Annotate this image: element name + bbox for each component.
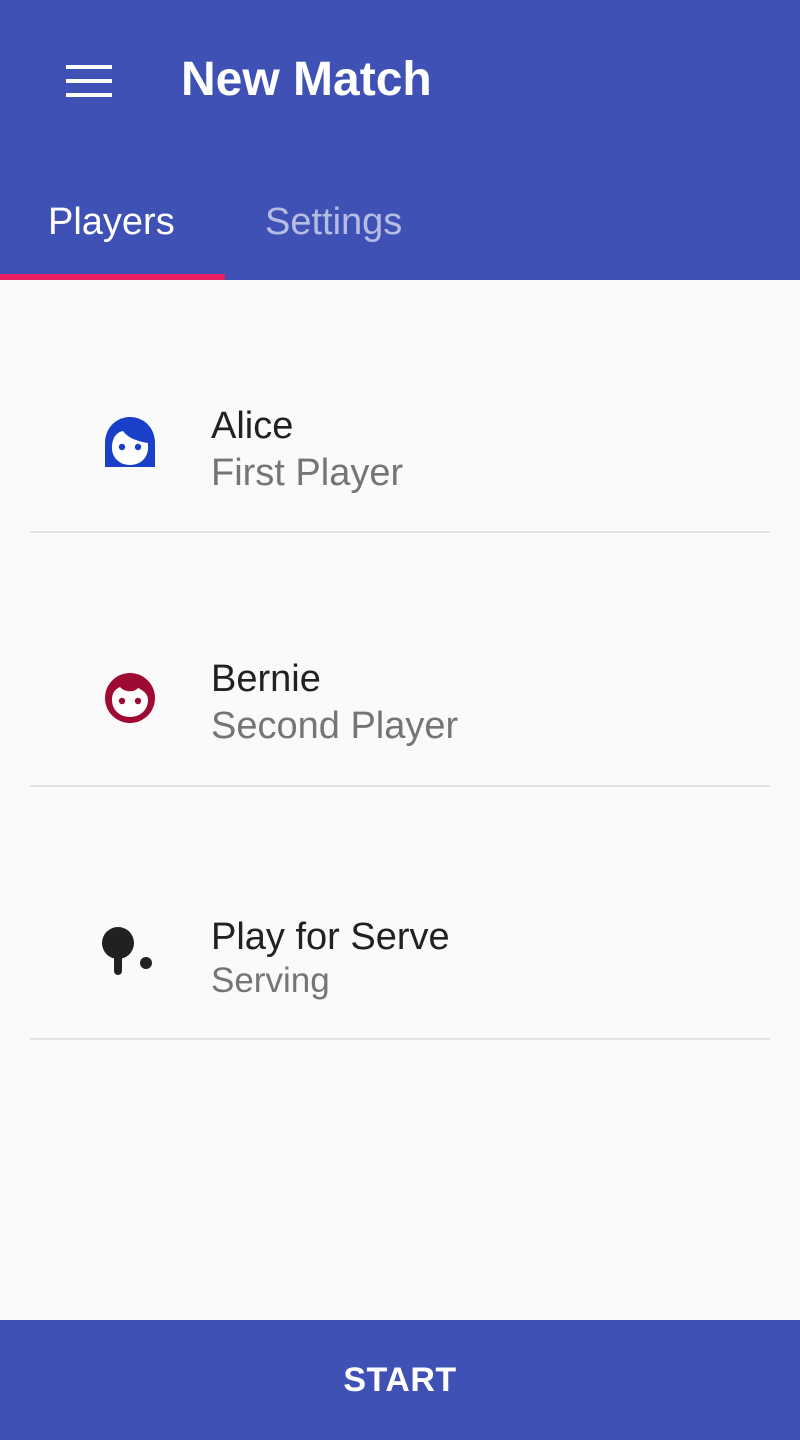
- male-face-icon: [105, 673, 155, 723]
- ping-pong-paddle-icon: [102, 927, 152, 975]
- list-item-player-two[interactable]: Bernie Second Player: [0, 533, 800, 787]
- player-one-role: First Player: [211, 452, 404, 494]
- app-bar: New Match Players Settings: [0, 0, 800, 280]
- serve-value: Serving: [211, 961, 330, 1000]
- hamburger-menu-icon: [66, 65, 112, 97]
- tab-players-label: Players: [48, 201, 175, 243]
- list-item-serve[interactable]: Play for Serve Serving: [0, 786, 800, 1040]
- menu-button[interactable]: [52, 50, 126, 112]
- female-face-icon: [105, 417, 155, 467]
- start-button[interactable]: START: [0, 1320, 800, 1440]
- player-two-name: Bernie: [211, 658, 321, 700]
- divider: [30, 1038, 770, 1040]
- new-match-screen: New Match Players Settings Alice First P…: [0, 0, 800, 1440]
- player-one-name: Alice: [211, 405, 294, 447]
- tab-settings-label: Settings: [265, 201, 403, 243]
- tab-settings[interactable]: Settings: [225, 190, 450, 280]
- page-title: New Match: [181, 53, 432, 106]
- serve-title: Play for Serve: [211, 916, 450, 958]
- list-item-player-one[interactable]: Alice First Player: [0, 280, 800, 533]
- tab-players[interactable]: Players: [0, 190, 225, 280]
- player-two-role: Second Player: [211, 705, 459, 747]
